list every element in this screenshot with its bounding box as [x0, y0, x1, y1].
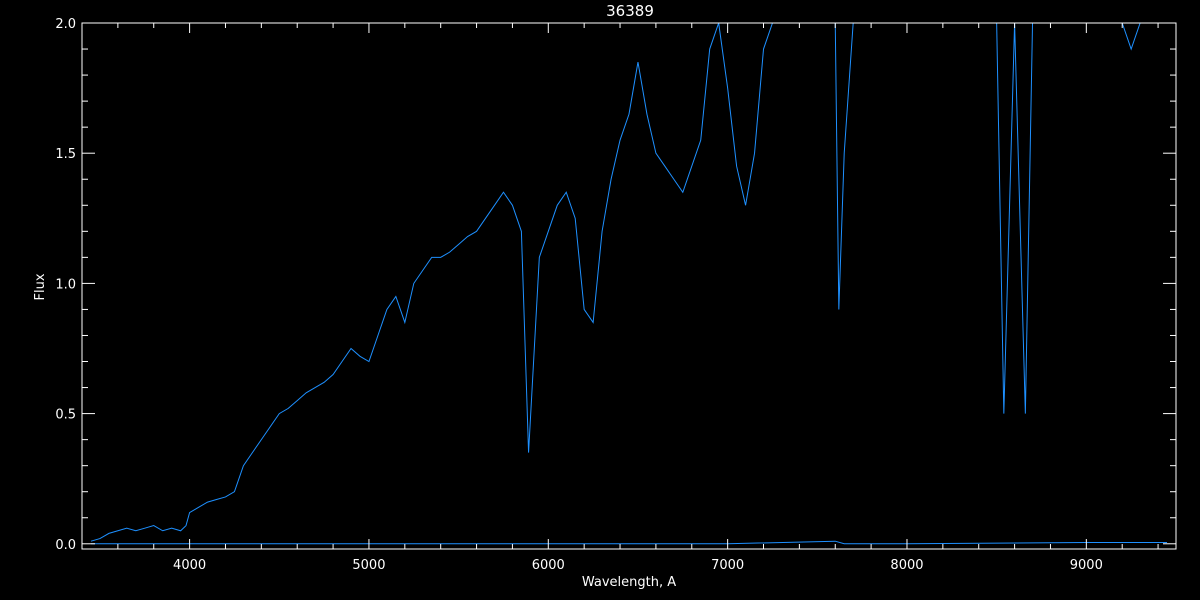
plot-frame — [81, 22, 1177, 550]
y-tick-label: 1.5 — [55, 147, 76, 162]
series-line-2 — [90, 540, 1168, 545]
x-tick-label: 9000 — [1070, 558, 1103, 573]
x-axis-label: Wavelength, A — [582, 575, 676, 590]
x-ticks — [81, 23, 1159, 549]
x-tick-labels: 4000 5000 6000 7000 8000 9000 — [173, 558, 1103, 573]
y-axis-label: Flux — [33, 273, 48, 300]
chart-title: 36389 — [606, 2, 654, 20]
x-tick-label: 7000 — [711, 558, 744, 573]
y-tick-label: 0.5 — [55, 408, 76, 423]
y-tick-label: 1.0 — [55, 277, 76, 292]
plot-series-layer — [90, 23, 1168, 545]
x-tick-label: 8000 — [890, 558, 923, 573]
spectrum-chart: 36389 4000 5000 6000 7000 8000 9000 0.0 0.5 1.0… — [33, 2, 1177, 590]
y-tick-label: 0.0 — [55, 538, 76, 553]
x-tick-label: 6000 — [532, 558, 565, 573]
y-tick-label: 2.0 — [55, 17, 76, 32]
y-ticks — [82, 22, 1176, 545]
series-line-1 — [90, 23, 1168, 542]
y-tick-labels: 0.0 0.5 1.0 1.5 2.0 — [55, 17, 76, 553]
x-tick-label: 5000 — [352, 558, 385, 573]
x-tick-label: 4000 — [173, 558, 206, 573]
